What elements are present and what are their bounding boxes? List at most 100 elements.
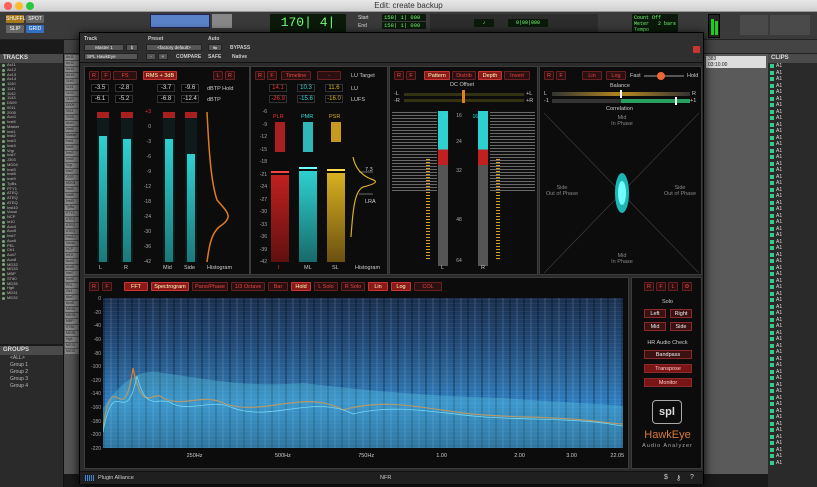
shuffle-mode-button[interactable]: SHUFFLE [6, 15, 29, 23]
spectrum-lin-button[interactable]: Lin [368, 282, 388, 291]
minimize-window-button[interactable] [15, 2, 23, 10]
count-off-box[interactable]: Count Off 2 bars Meter Tempo [632, 14, 678, 33]
grid-value[interactable]: ♪ [474, 19, 494, 27]
plugin-selector[interactable]: SPL HawkEye [84, 53, 138, 60]
track-active-dot-icon[interactable] [2, 215, 5, 219]
track-active-dot-icon[interactable] [2, 258, 5, 262]
spectrum-col-button[interactable]: COL [414, 282, 442, 291]
clip-list-item[interactable]: A1 [768, 460, 817, 467]
loudness-reset-button[interactable]: R [255, 71, 265, 80]
edit-tools-group[interactable] [150, 14, 210, 28]
corr-freeze-button[interactable]: F [556, 71, 566, 80]
slip-mode-button[interactable]: SLIP [6, 25, 24, 33]
help-icon[interactable]: ? [690, 474, 694, 481]
track-active-dot-icon[interactable] [2, 234, 5, 238]
track-active-dot-icon[interactable] [2, 68, 5, 72]
close-window-button[interactable] [4, 2, 12, 10]
tool-button[interactable] [212, 14, 232, 28]
level-l-button[interactable]: L [213, 71, 223, 80]
track-active-dot-icon[interactable] [2, 149, 5, 153]
track-active-dot-icon[interactable] [2, 125, 5, 129]
preset-selector[interactable]: <factory default> [146, 44, 202, 51]
track-active-dot-icon[interactable] [2, 97, 5, 101]
distrib-button[interactable]: Distrib [452, 71, 476, 80]
track-active-dot-icon[interactable] [2, 249, 5, 253]
track-active-dot-icon[interactable] [2, 92, 5, 96]
spectrum-fft-button[interactable]: FFT [124, 282, 148, 291]
invert-button[interactable]: Invert [504, 71, 530, 80]
track-list-item[interactable]: MD32 [0, 296, 63, 301]
spectrum-r-solo-button[interactable]: R Solo [341, 282, 365, 291]
track-active-dot-icon[interactable] [2, 139, 5, 143]
end-counter[interactable]: 158| 1| 000 [382, 22, 426, 29]
grid-mode-button[interactable]: GRID [26, 25, 44, 33]
solo-mid-button[interactable]: Mid [644, 322, 666, 331]
group-list[interactable]: <ALL> Group 1 Group 2 Group 3 Group 4 [0, 355, 63, 390]
level-scale-dropdown[interactable]: FS [113, 71, 137, 80]
track-active-dot-icon[interactable] [2, 154, 5, 158]
spectrum-1-3-octave-button[interactable]: 1/3 Octave [231, 282, 265, 291]
track-active-dot-icon[interactable] [2, 230, 5, 234]
edit-window-timeline[interactable]: 383 03:10.00 [704, 54, 768, 474]
track-active-dot-icon[interactable] [2, 163, 5, 167]
track-active-dot-icon[interactable] [2, 192, 5, 196]
track-active-dot-icon[interactable] [2, 82, 5, 86]
plugin-close-icon[interactable] [693, 46, 700, 53]
track-active-dot-icon[interactable] [2, 116, 5, 120]
spectrum-spectrogram-button[interactable]: Spectrogram [151, 282, 189, 291]
track-active-dot-icon[interactable] [2, 225, 5, 229]
track-active-dot-icon[interactable] [2, 106, 5, 110]
vector-log-button[interactable]: Log [606, 71, 626, 80]
level-reset-button[interactable]: R [89, 71, 99, 80]
track-active-dot-icon[interactable] [2, 268, 5, 272]
track-active-dot-icon[interactable] [2, 177, 5, 181]
track-active-dot-icon[interactable] [2, 263, 5, 267]
lu-target-dropdown[interactable]: - [317, 71, 341, 80]
group-list-item[interactable]: Group 1 [0, 362, 63, 369]
key-icon[interactable]: ⚷ [676, 474, 681, 482]
group-list-item[interactable]: Group 4 [0, 383, 63, 390]
spectrogram-display[interactable] [103, 298, 623, 448]
track-active-dot-icon[interactable] [2, 277, 5, 281]
rms-mode-button[interactable]: RMS + 3dB [143, 71, 177, 80]
spectrum-hold-button[interactable]: Hold [291, 282, 311, 291]
track-b-button[interactable]: b [126, 44, 138, 51]
dc-freeze-button[interactable]: F [406, 71, 416, 80]
main-counter[interactable]: 170| 4| 739 [270, 14, 346, 48]
spectrum-f-button[interactable]: F [102, 282, 112, 291]
start-counter[interactable]: 158| 1| 000 [382, 14, 426, 21]
level-r-button[interactable]: R [225, 71, 235, 80]
side-freeze-button[interactable]: F [656, 282, 666, 291]
track-active-dot-icon[interactable] [2, 244, 5, 248]
dc-reset-button[interactable]: R [394, 71, 404, 80]
track-active-dot-icon[interactable] [2, 130, 5, 134]
loudness-freeze-button[interactable]: F [267, 71, 277, 80]
compare-button[interactable]: COMPARE [176, 54, 201, 60]
dollar-icon[interactable]: $ [664, 474, 668, 481]
track-active-dot-icon[interactable] [2, 168, 5, 172]
track-active-dot-icon[interactable] [2, 282, 5, 286]
track-active-dot-icon[interactable] [2, 182, 5, 186]
track-active-dot-icon[interactable] [2, 144, 5, 148]
vector-lin-button[interactable]: Lin [582, 71, 602, 80]
spectrum-bar-button[interactable]: Bar [268, 282, 288, 291]
track-selector[interactable]: Master 1 [84, 44, 124, 51]
solo-side-button[interactable]: Side [670, 322, 692, 331]
track-active-dot-icon[interactable] [2, 87, 5, 91]
track-active-dot-icon[interactable] [2, 201, 5, 205]
group-list-item[interactable]: <ALL> [0, 355, 63, 362]
clip-list[interactable]: A1 A1 A1 A1 A1 A1 A1 A1 A1 A1 A1 A1 A1 A1 A1 A1 A1 A1 A1 A1… [768, 63, 817, 466]
group-list-item[interactable]: Group 3 [0, 376, 63, 383]
depth-button[interactable]: Depth [478, 71, 502, 80]
nudge-value[interactable]: 0|00|000 [508, 19, 548, 27]
group-list-item[interactable]: Group 2 [0, 369, 63, 376]
track-active-dot-icon[interactable] [2, 206, 5, 210]
solo-left-button[interactable]: Left [644, 309, 666, 318]
spectrum-pano-phase-button[interactable]: Pano/Phase [192, 282, 228, 291]
spectrum-log-button[interactable]: Log [391, 282, 411, 291]
track-active-dot-icon[interactable] [2, 101, 5, 105]
track-active-dot-icon[interactable] [2, 187, 5, 191]
bandpass-button[interactable]: Bandpass [644, 350, 692, 359]
bypass-button[interactable]: BYPASS [230, 45, 250, 51]
track-active-dot-icon[interactable] [2, 73, 5, 77]
